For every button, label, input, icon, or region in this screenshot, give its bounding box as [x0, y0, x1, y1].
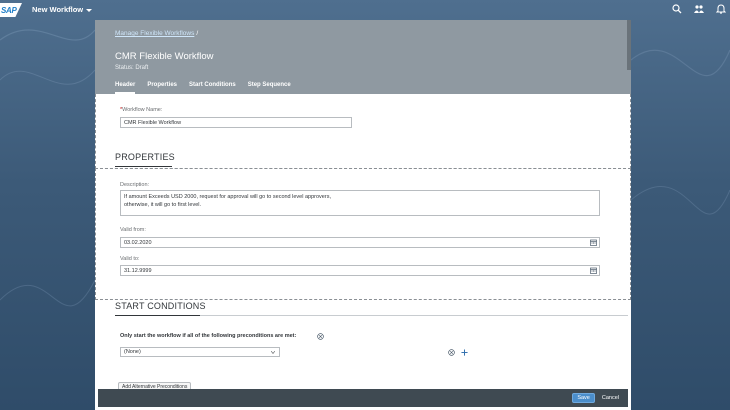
anchor-bar: Header Properties Start Conditions Step …	[95, 80, 631, 94]
tab-start-conditions[interactable]: Start Conditions	[189, 80, 236, 94]
start-conditions-title-underline-accent	[115, 315, 200, 316]
add-precondition-icon[interactable]	[461, 349, 468, 356]
valid-to-label: Valid to:	[120, 256, 140, 262]
breadcrumb-separator: /	[196, 30, 199, 37]
precondition-select-value: (None)	[124, 349, 141, 355]
clear-icon[interactable]	[317, 333, 324, 340]
description-textarea[interactable]: If amount Exceeds USD 2000, request for …	[120, 190, 600, 216]
app-title: New Workflow	[32, 5, 84, 14]
workflow-name-label-text: Workflow Name:	[122, 107, 163, 113]
bell-icon[interactable]	[715, 4, 727, 14]
app-title-menu[interactable]: New Workflow	[32, 5, 93, 14]
people-icon[interactable]	[694, 4, 704, 14]
sap-logo[interactable]: SAP	[0, 3, 22, 17]
search-icon[interactable]	[672, 4, 682, 14]
calendar-icon[interactable]	[590, 239, 597, 246]
save-button[interactable]: Save	[572, 393, 595, 403]
description-label: Description:	[120, 182, 150, 188]
chevron-down-icon	[86, 8, 93, 12]
chevron-down-icon	[271, 351, 275, 354]
tab-header[interactable]: Header	[115, 80, 136, 94]
logo-text: SAP	[1, 5, 17, 15]
calendar-icon[interactable]	[590, 267, 597, 274]
header-section-frame	[95, 94, 631, 169]
properties-section-title: PROPERTIES	[115, 152, 175, 162]
description-line-2: otherwise, it will go to first level.	[124, 202, 202, 208]
properties-section-frame	[95, 168, 631, 300]
remove-precondition-icon[interactable]	[448, 349, 455, 356]
scrollbar[interactable]	[627, 20, 631, 70]
footer-toolbar: Save Cancel	[98, 389, 628, 407]
page-title: CMR Flexible Workflow	[115, 51, 214, 62]
cancel-button[interactable]: Cancel	[599, 394, 622, 402]
description-line-1: If amount Exceeds USD 2000, request for …	[124, 194, 331, 200]
properties-title-underline	[115, 166, 172, 167]
workflow-name-input[interactable]	[120, 117, 352, 128]
shell-actions	[672, 4, 727, 14]
workflow-name-label: *Workflow Name:	[120, 107, 162, 113]
start-conditions-section-title: START CONDITIONS	[115, 301, 206, 311]
valid-from-label: Valid from:	[120, 227, 146, 233]
valid-from-datepicker	[120, 237, 600, 248]
breadcrumb-link[interactable]: Manage Flexible Workflows	[115, 30, 194, 37]
object-page-header: Manage Flexible Workflows / CMR Flexible …	[95, 20, 631, 94]
shell-bar: SAP New Workflow	[0, 0, 730, 20]
precondition-select[interactable]: (None)	[120, 347, 280, 357]
precondition-text: Only start the workflow if all of the fo…	[120, 333, 297, 339]
tab-step-sequence[interactable]: Step Sequence	[248, 80, 291, 94]
breadcrumb: Manage Flexible Workflows /	[115, 30, 198, 37]
valid-to-input[interactable]	[120, 265, 600, 276]
valid-from-input[interactable]	[120, 237, 600, 248]
tab-properties[interactable]: Properties	[147, 80, 177, 94]
valid-to-datepicker	[120, 265, 600, 276]
status-text: Status: Draft	[115, 65, 149, 71]
